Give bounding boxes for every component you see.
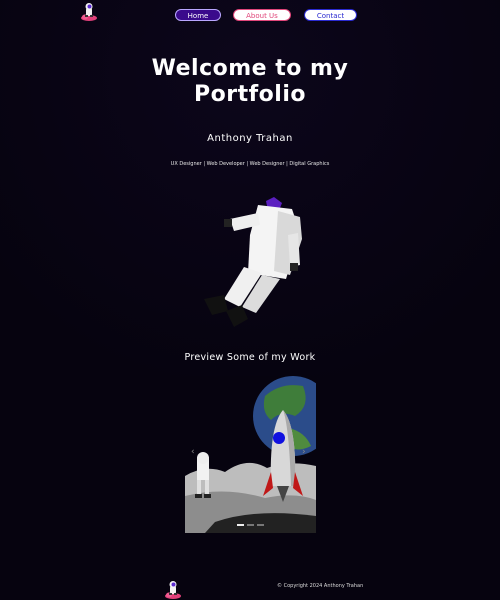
hero-title-line1: Welcome to my — [151, 56, 349, 81]
carousel-prev-icon[interactable]: ‹ — [191, 447, 195, 457]
hero-title: Welcome to my Portfolio — [0, 56, 500, 108]
author-roles: UX Designer | Web Developer | Web Design… — [170, 161, 330, 167]
work-carousel[interactable] — [185, 376, 316, 533]
carousel-next-icon[interactable]: › — [302, 447, 306, 457]
carousel-slide-rocket — [185, 376, 316, 533]
footer-copyright: © Copyright 2024 Anthony Trahan — [277, 583, 364, 589]
carousel-indicator-1[interactable] — [237, 524, 244, 526]
hero-title-line2: Portfolio — [194, 82, 306, 107]
carousel-indicator-2[interactable] — [247, 524, 254, 526]
footer-astronaut-logo-icon[interactable] — [164, 580, 182, 600]
preview-work-title: Preview Some of my Work — [184, 352, 316, 363]
nav-home-button[interactable]: Home — [175, 9, 221, 21]
astronaut-illustration — [204, 197, 302, 327]
carousel-indicator-3[interactable] — [257, 524, 264, 526]
nav-contact-button[interactable]: Contact — [304, 9, 357, 21]
author-name: Anthony Trahan — [207, 133, 293, 144]
nav-about-button[interactable]: About Us — [233, 9, 291, 21]
carousel-indicators — [237, 524, 267, 527]
main-nav: Home About Us Contact — [0, 9, 500, 25]
